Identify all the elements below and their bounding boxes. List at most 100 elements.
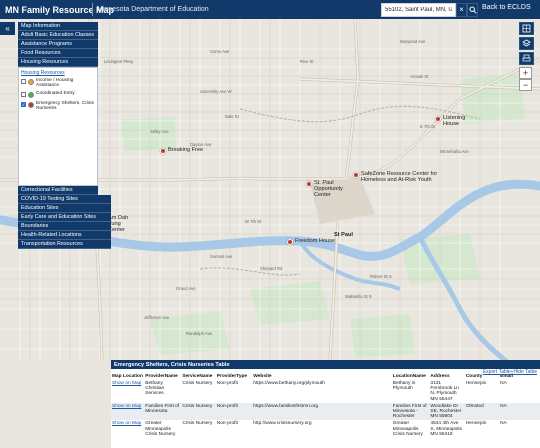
- house-icon: [28, 79, 34, 85]
- col-header[interactable]: Map Location: [111, 373, 145, 380]
- street-label: Dale St: [225, 114, 239, 119]
- table-cell: NA: [500, 381, 507, 386]
- table-cell: Hennepin: [465, 421, 487, 427]
- layer-checkbox[interactable]: [21, 92, 26, 97]
- back-to-eclds-link[interactable]: Back to ECLDS: [482, 4, 531, 11]
- shelter-pin-icon[interactable]: [287, 239, 293, 245]
- table-cell: Greater Minneapolis Crisis Nursery: [392, 421, 423, 437]
- category-early-care[interactable]: Early Care and Education Sites: [18, 213, 111, 222]
- table-cell: Families First of Minnesota - Rochester: [391, 402, 430, 421]
- table-row: Show on Map Greater Minneapolis Crisis N…: [111, 420, 540, 438]
- layer-panel: Map Information Adult Basic Education Cl…: [18, 22, 111, 249]
- basemap-icon[interactable]: [519, 22, 534, 35]
- layer-checkbox[interactable]: [21, 79, 26, 84]
- layer-option-coordinated-entry[interactable]: Coordinated Entry: [21, 91, 95, 98]
- category-covid-testing[interactable]: COVID-19 Testing Sites: [18, 195, 111, 204]
- street-label: Wabasha St S: [345, 294, 372, 299]
- department-label: Minnesota Department of Education: [97, 6, 209, 13]
- layers-icon[interactable]: [519, 37, 534, 50]
- table-row: Show on Map Families First of Minnesota …: [111, 402, 540, 421]
- col-header[interactable]: Website: [252, 373, 392, 380]
- shelter-pin-icon[interactable]: [353, 172, 359, 178]
- table-cell: Crisis Nursery: [182, 381, 213, 386]
- col-header[interactable]: Address: [429, 373, 465, 380]
- category-education-sites[interactable]: Education Sites: [18, 204, 111, 213]
- table-header-row: Map Location ProviderName ServiceName Pr…: [111, 373, 540, 380]
- poi-breaking-free[interactable]: Breaking Free: [160, 147, 203, 154]
- search-icon[interactable]: [467, 3, 478, 17]
- show-on-map-link[interactable]: Show on Map: [111, 402, 145, 421]
- street-label: Jefferson Ave: [144, 315, 170, 320]
- title-divider: [92, 3, 93, 16]
- category-transportation[interactable]: Transportation Resources: [18, 240, 111, 249]
- close-icon[interactable]: ×: [456, 3, 467, 17]
- export-hide-table-links[interactable]: Export Table+Hide Table: [483, 369, 537, 375]
- shelter-pin-icon[interactable]: [160, 148, 166, 154]
- poi-freedom-house[interactable]: Freedom House: [287, 238, 335, 245]
- table-cell: http://www.crisisnursery.org: [253, 421, 312, 427]
- street-label: Randolph Ave: [186, 331, 212, 336]
- shelter-pin-icon[interactable]: [306, 181, 312, 187]
- category-map-information[interactable]: Map Information: [18, 22, 98, 31]
- zoom-in-button[interactable]: +: [519, 67, 532, 79]
- entry-icon: [28, 92, 34, 98]
- table-cell: Woodlake Dr SE, Rochester MN 55904: [429, 402, 465, 421]
- street-label: Maryland Ave: [400, 39, 426, 44]
- table-cell: Bethany in Plymouth: [392, 381, 416, 392]
- col-header[interactable]: ProviderType: [215, 373, 253, 380]
- subpanel-title[interactable]: Housing Resources: [21, 70, 95, 76]
- street-label: Grand Ave: [176, 286, 196, 291]
- search-input[interactable]: [381, 3, 456, 17]
- layer-checkbox-checked[interactable]: ✓: [21, 102, 26, 107]
- poi-listening-house[interactable]: Listening House: [435, 115, 468, 127]
- table-cell: 3131 Fernbrook Ln N, Plymouth MN 55447: [430, 381, 459, 402]
- shelter-icon: [28, 102, 34, 108]
- city-label: St Paul: [334, 232, 353, 238]
- street-label: Como Ave: [210, 49, 230, 54]
- panel-collapse-button[interactable]: «: [0, 22, 15, 35]
- col-header[interactable]: ProviderName: [144, 373, 182, 380]
- housing-resources-subpanel: Housing Resources Income / Housing Assis…: [18, 67, 98, 186]
- street-label: Robert St S: [370, 274, 392, 279]
- table-cell: https://www.bethany.org/plymouth: [253, 381, 325, 386]
- street-label: W 7th St: [245, 219, 262, 224]
- table-cell: Hennepin: [465, 381, 487, 386]
- show-on-map-link[interactable]: Show on Map: [111, 420, 144, 438]
- show-on-map-link[interactable]: Show on Map: [111, 380, 144, 403]
- col-header[interactable]: LocationName: [391, 373, 430, 380]
- poi-safezone[interactable]: SafeZone Resource Center for Homeless an…: [353, 171, 441, 183]
- table-title: Emergency Shelters, Crisis Nurseries Tab…: [111, 360, 540, 369]
- table-cell: NA: [499, 402, 540, 421]
- table-cell: Non-profit: [216, 381, 238, 386]
- category-boundaries[interactable]: Boundaries: [18, 222, 111, 231]
- table-cell: 4544 4th Ave S, Minneapolis MN 55419: [430, 421, 462, 437]
- street-label: Rice St: [300, 59, 314, 64]
- category-adult-basic-education[interactable]: Adult Basic Education Classes: [18, 31, 98, 40]
- table-cell: https://www.familiesfirstmn.org: [252, 402, 392, 421]
- table-cell: Olmsted: [464, 402, 500, 421]
- table-cell: Families First of Minnesota: [144, 402, 182, 421]
- category-housing-resources[interactable]: Housing Resources: [18, 58, 98, 67]
- category-health-related[interactable]: Health-Related Locations: [18, 231, 111, 240]
- layer-option-emergency-shelters[interactable]: ✓ Emergency Shelters, Crisis Nurseries: [21, 101, 95, 111]
- street-label: Shepard Rd: [260, 266, 283, 271]
- category-correctional-facilities[interactable]: Correctional Facilities: [18, 186, 98, 195]
- layer-option-income-housing[interactable]: Income / Housing Assistance: [21, 78, 95, 88]
- results-table: Map Location ProviderName ServiceName Pr…: [111, 373, 540, 438]
- col-header[interactable]: ServiceName: [181, 373, 216, 380]
- poi-opportunity-center[interactable]: St. Paul Opportunity Center: [306, 180, 347, 198]
- category-food-resources[interactable]: Food Resources: [18, 49, 98, 58]
- app-title: MN Family Resource Map: [5, 4, 115, 15]
- table-cell: Non-profit: [216, 421, 238, 427]
- print-icon[interactable]: [519, 52, 534, 65]
- zoom-controls: + −: [519, 67, 532, 91]
- table-cell: Crisis Nursery: [182, 421, 213, 427]
- table-cell: NA: [500, 421, 507, 427]
- street-label: Summit Ave: [210, 254, 233, 259]
- category-assistance-programs[interactable]: Assistance Programs: [18, 40, 98, 49]
- table-cell: Bethany Christian Services: [145, 381, 165, 397]
- zoom-out-button[interactable]: −: [519, 79, 532, 91]
- table-cell: Non-profit: [215, 402, 253, 421]
- shelter-pin-icon[interactable]: [435, 116, 441, 122]
- search-box: ×: [381, 3, 478, 17]
